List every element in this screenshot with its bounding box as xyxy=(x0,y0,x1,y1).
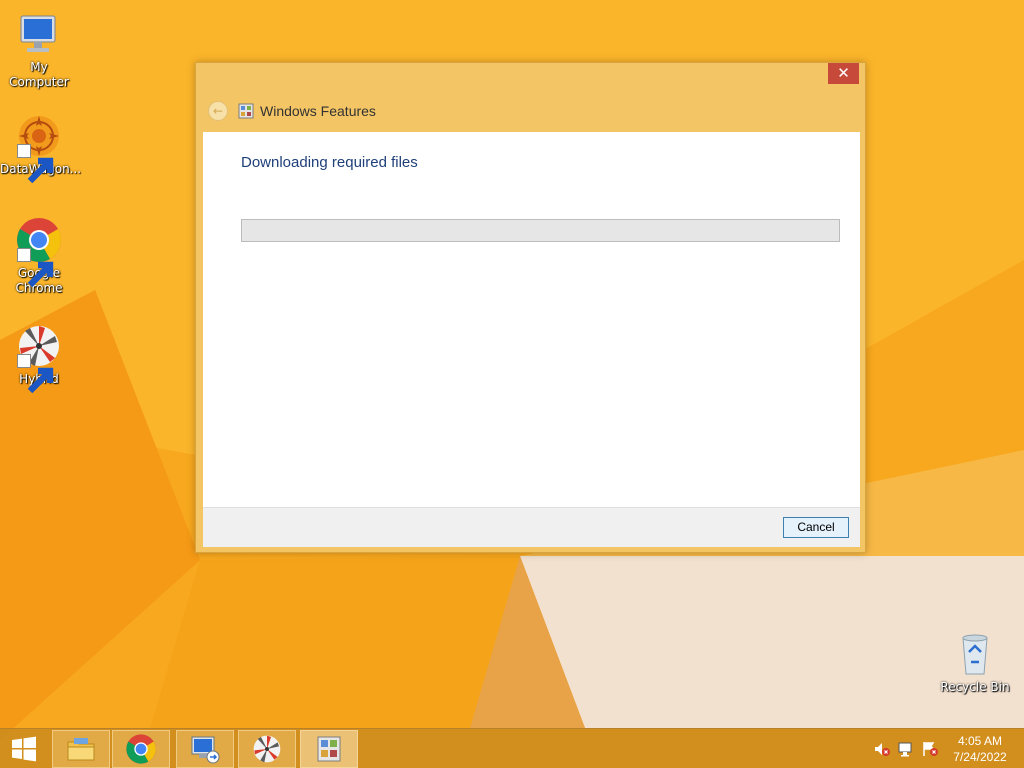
taskbar: 4:05 AM 7/24/2022 xyxy=(0,728,1024,768)
desktop-icon-recycle-bin[interactable]: Recycle Bin xyxy=(936,630,1014,695)
desktop-icon-google-chrome[interactable]: Google Chrome xyxy=(0,216,78,296)
volume-muted-icon[interactable] xyxy=(874,741,890,757)
shortcut-arrow-icon xyxy=(17,354,54,394)
windows-features-icon xyxy=(317,736,341,762)
shortcut-arrow-icon xyxy=(17,248,54,288)
system-clock[interactable]: 4:05 AM 7/24/2022 xyxy=(950,733,1010,765)
hybrid-icon xyxy=(253,735,281,763)
dialog-footer: Cancel xyxy=(203,507,860,547)
taskbar-remote-desktop[interactable] xyxy=(176,730,234,768)
cancel-button[interactable]: Cancel xyxy=(783,517,849,538)
action-center-icon[interactable] xyxy=(922,741,938,757)
taskbar-windows-features[interactable] xyxy=(300,730,358,768)
clock-date: 7/24/2022 xyxy=(953,750,1007,764)
windows-features-icon xyxy=(238,103,254,119)
taskbar-chrome[interactable] xyxy=(112,730,170,768)
hybrid-icon xyxy=(15,322,63,394)
desktop-icon-datawagon[interactable]: DataWagon... xyxy=(0,112,81,184)
windows-start-icon xyxy=(12,736,36,762)
start-button[interactable] xyxy=(0,729,48,768)
close-button[interactable]: ✕ xyxy=(828,63,859,84)
recycle-bin-icon xyxy=(951,630,999,678)
desktop-icon-label: My Computer xyxy=(9,60,69,89)
chrome-icon xyxy=(15,216,63,288)
network-icon[interactable] xyxy=(898,741,914,757)
taskbar-file-explorer[interactable] xyxy=(52,730,110,768)
dialog-title: Windows Features xyxy=(260,103,376,119)
shortcut-arrow-icon xyxy=(17,144,54,184)
desktop-icon-my-computer[interactable]: My Computer xyxy=(0,10,78,90)
dialog-content: Downloading required files xyxy=(203,132,860,507)
dialog-title-bar: ← Windows Features xyxy=(208,100,376,122)
status-heading: Downloading required files xyxy=(241,154,418,171)
desktop-icon-label: Recycle Bin xyxy=(940,680,1010,694)
back-arrow-icon[interactable]: ← xyxy=(208,101,228,121)
datawagon-icon xyxy=(15,112,63,184)
monitor-icon xyxy=(15,10,63,58)
taskbar-hybrid[interactable] xyxy=(238,730,296,768)
file-explorer-icon xyxy=(67,738,95,761)
clock-time: 4:05 AM xyxy=(957,734,1003,748)
remote-desktop-icon xyxy=(191,736,220,764)
chrome-icon xyxy=(126,734,156,764)
windows-features-dialog: ✕ ← Windows Features Downloading require… xyxy=(195,62,866,553)
desktop-icon-hybrid[interactable]: Hybrid xyxy=(0,322,78,394)
download-progress-bar xyxy=(241,219,840,242)
